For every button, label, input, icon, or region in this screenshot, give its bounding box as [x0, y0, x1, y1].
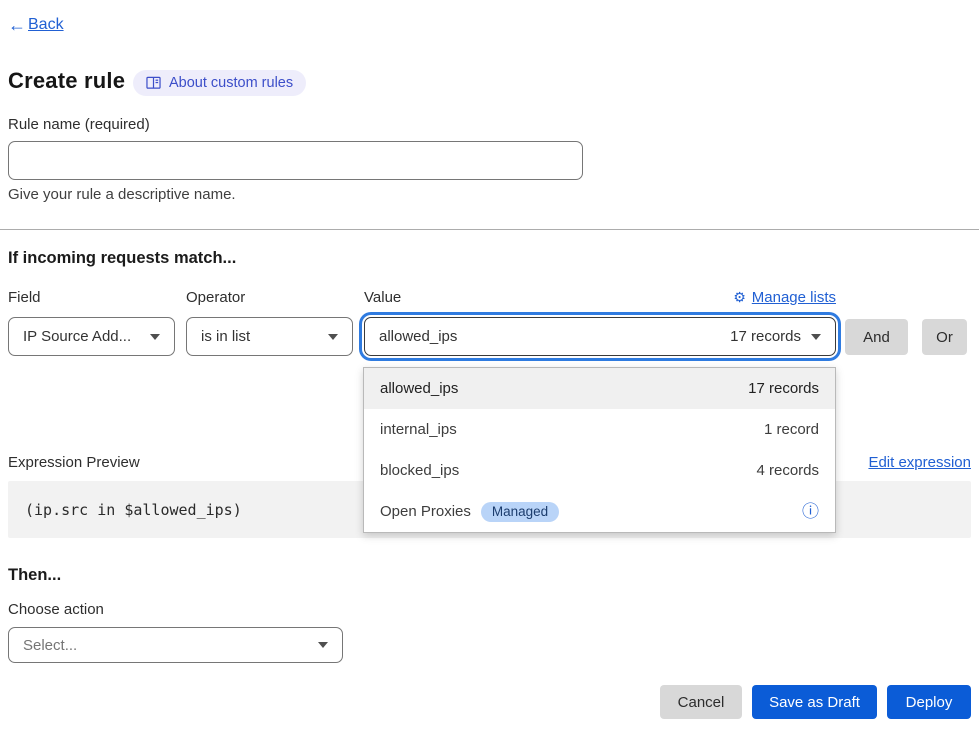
- manage-lists-label: Manage lists: [752, 289, 836, 306]
- or-button[interactable]: Or: [922, 319, 967, 355]
- value-select[interactable]: allowed_ips 17 records: [364, 317, 836, 356]
- field-select[interactable]: IP Source Add...: [8, 317, 175, 356]
- dropdown-option-blocked-ips[interactable]: blocked_ips 4 records: [364, 450, 835, 491]
- about-custom-rules-link[interactable]: About custom rules: [133, 70, 306, 96]
- managed-badge: Managed: [481, 502, 559, 522]
- rule-name-input[interactable]: [8, 141, 583, 180]
- choose-action-label: Choose action: [8, 601, 104, 618]
- option-name: Open Proxies: [380, 503, 471, 520]
- option-count: 4 records: [756, 462, 819, 479]
- page-title: Create rule: [8, 68, 125, 94]
- rule-name-helper-text: Give your rule a descriptive name.: [8, 186, 236, 203]
- section-divider: [0, 229, 979, 230]
- save-as-draft-button[interactable]: Save as Draft: [752, 685, 877, 719]
- and-button[interactable]: And: [845, 319, 908, 355]
- manage-lists-link[interactable]: ⚙︎ Manage lists: [733, 289, 836, 306]
- option-name: allowed_ips: [380, 380, 458, 397]
- dropdown-option-open-proxies[interactable]: Open Proxies Managed ⓘ: [364, 491, 835, 532]
- option-name: internal_ips: [380, 421, 457, 438]
- edit-expression-link[interactable]: Edit expression: [868, 454, 971, 471]
- gear-icon: ⚙︎: [733, 289, 746, 306]
- option-count: 17 records: [748, 380, 819, 397]
- about-custom-rules-label: About custom rules: [169, 75, 293, 91]
- deploy-button[interactable]: Deploy: [887, 685, 971, 719]
- value-label: Value: [364, 289, 401, 306]
- action-select[interactable]: Select...: [8, 627, 343, 663]
- action-select-placeholder: Select...: [23, 637, 308, 654]
- field-select-value: IP Source Add...: [23, 328, 140, 345]
- option-count: 1 record: [764, 421, 819, 438]
- create-rule-page: ← Back Create rule About custom rules Ru…: [0, 0, 979, 739]
- expression-preview-label: Expression Preview: [8, 454, 140, 471]
- cancel-button[interactable]: Cancel: [660, 685, 742, 719]
- operator-select-value: is in list: [201, 328, 318, 345]
- chevron-down-icon: [811, 334, 821, 340]
- field-label: Field: [8, 289, 41, 306]
- chevron-down-icon: [318, 642, 328, 648]
- rule-name-label: Rule name (required): [8, 116, 150, 133]
- chevron-down-icon: [150, 334, 160, 340]
- operator-select[interactable]: is in list: [186, 317, 353, 356]
- operator-label: Operator: [186, 289, 245, 306]
- expression-code: (ip.src in $allowed_ips): [25, 501, 242, 519]
- dropdown-option-internal-ips[interactable]: internal_ips 1 record: [364, 409, 835, 450]
- back-label: Back: [28, 16, 64, 34]
- then-section-heading: Then...: [8, 566, 61, 585]
- value-select-value: allowed_ips: [379, 328, 457, 345]
- match-section-heading: If incoming requests match...: [8, 249, 236, 268]
- dropdown-option-allowed-ips[interactable]: allowed_ips 17 records: [364, 368, 835, 409]
- value-dropdown-menu: allowed_ips 17 records internal_ips 1 re…: [363, 367, 836, 533]
- book-icon: [146, 76, 161, 90]
- back-link[interactable]: ← Back: [8, 16, 64, 34]
- info-icon[interactable]: ⓘ: [802, 503, 819, 520]
- chevron-down-icon: [328, 334, 338, 340]
- option-name: blocked_ips: [380, 462, 459, 479]
- value-select-count: 17 records: [718, 328, 801, 345]
- back-arrow-icon: ←: [8, 16, 26, 34]
